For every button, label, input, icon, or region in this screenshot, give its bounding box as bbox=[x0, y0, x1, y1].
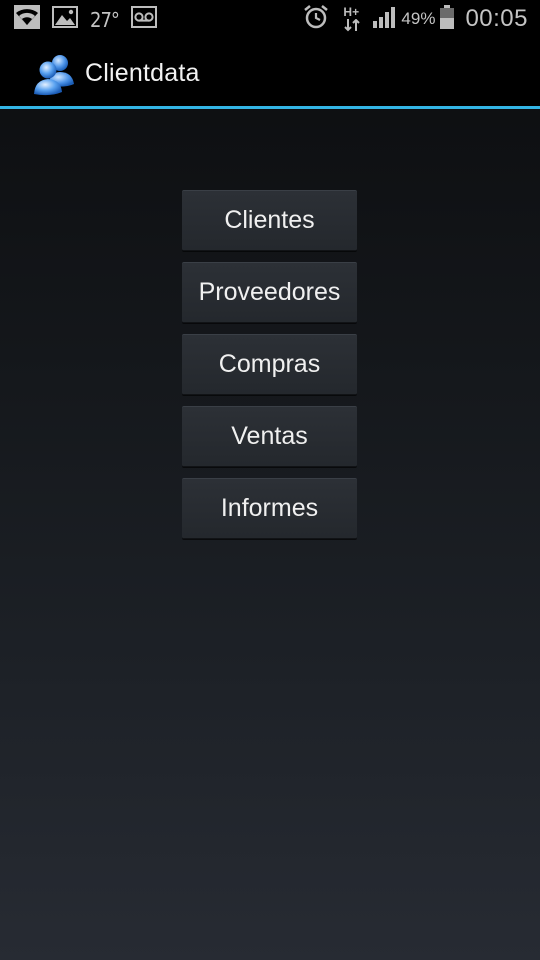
signal-icon bbox=[373, 6, 397, 33]
notification-area: 27° bbox=[14, 5, 157, 34]
clientes-button[interactable]: Clientes bbox=[182, 190, 357, 251]
voicemail-icon bbox=[130, 6, 157, 33]
battery-icon bbox=[439, 4, 455, 34]
ventas-button[interactable]: Ventas bbox=[182, 406, 357, 467]
app-screen: 27° H+ 49% 00:05 Clientdata Clientes Pro… bbox=[0, 0, 540, 960]
temperature-text: 27° bbox=[90, 7, 120, 32]
wifi-icon bbox=[14, 5, 40, 34]
compras-button[interactable]: Compras bbox=[182, 334, 357, 395]
users-app-icon[interactable] bbox=[32, 52, 76, 96]
clock-text: 00:05 bbox=[465, 5, 528, 32]
app-title: Clientdata bbox=[85, 59, 200, 87]
image-notification-icon bbox=[52, 6, 78, 33]
status-bar: 27° H+ 49% 00:05 bbox=[0, 0, 540, 38]
alarm-icon bbox=[303, 4, 329, 35]
informes-button[interactable]: Informes bbox=[182, 478, 357, 539]
system-icons-area: H+ 49% 00:05 bbox=[303, 0, 528, 38]
main-menu: Clientes Proveedores Compras Ventas Info… bbox=[182, 190, 357, 550]
network-type-text: H+ bbox=[343, 5, 360, 19]
action-bar: Clientdata bbox=[0, 38, 540, 109]
battery-percent-text: 49% bbox=[401, 9, 436, 28]
hplus-data-icon: H+ bbox=[343, 5, 365, 33]
proveedores-button[interactable]: Proveedores bbox=[182, 262, 357, 323]
